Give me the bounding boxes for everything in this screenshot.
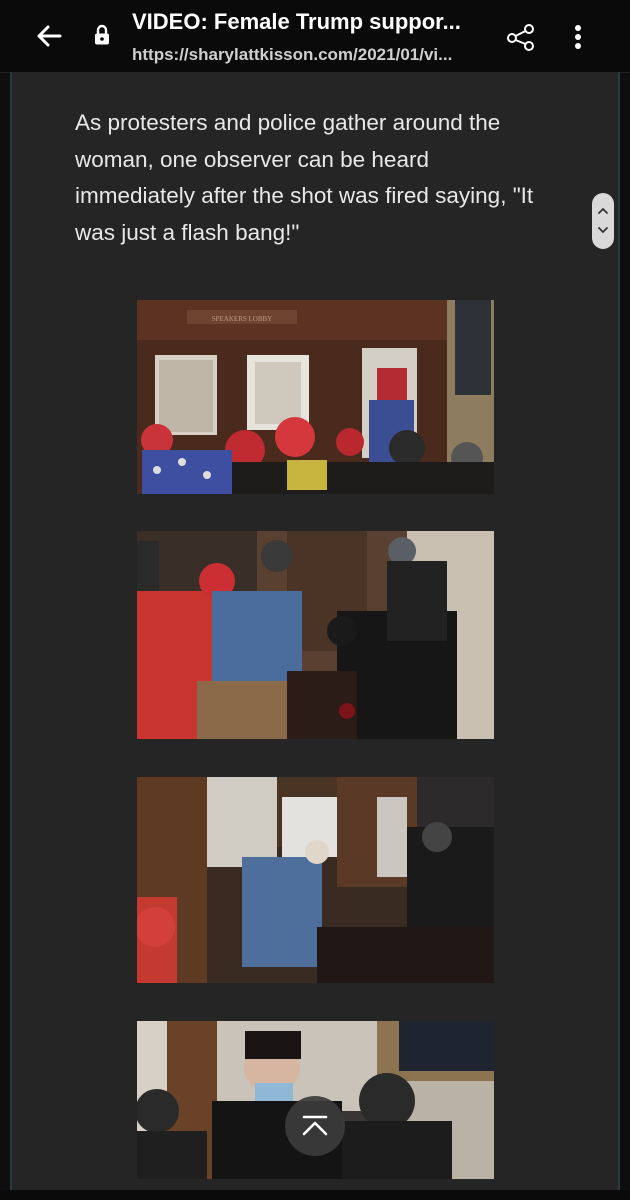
bottom-bar (0, 1190, 630, 1200)
photo-sign-text: SPEAKERS LOBBY (212, 315, 272, 323)
browser-toolbar: VIDEO: Female Trump suppor... https://sh… (0, 0, 630, 73)
back-arrow-icon (37, 25, 62, 47)
more-options-button[interactable] (566, 20, 590, 54)
lock-icon (94, 24, 110, 46)
page-title: VIDEO: Female Trump suppor... (132, 9, 461, 34)
article-photo-1[interactable]: SPEAKERS LOBBY (137, 300, 494, 494)
scroll-to-top-icon (302, 1115, 328, 1136)
page-url[interactable]: https://sharylattkisson.com/2021/01/vi..… (132, 44, 502, 66)
article-paragraph: As protesters and police gather around t… (75, 110, 534, 245)
share-icon (507, 24, 534, 51)
chevron-up-icon[interactable] (598, 207, 608, 214)
article-photo-3[interactable] (137, 777, 494, 983)
scroll-to-top-button[interactable] (285, 1096, 345, 1156)
scroll-control[interactable] (592, 193, 614, 249)
chevron-down-icon[interactable] (598, 227, 608, 234)
share-button[interactable] (504, 22, 538, 52)
back-button[interactable] (30, 18, 70, 54)
more-vert-icon (575, 25, 581, 49)
article-photo-2[interactable] (137, 531, 494, 739)
